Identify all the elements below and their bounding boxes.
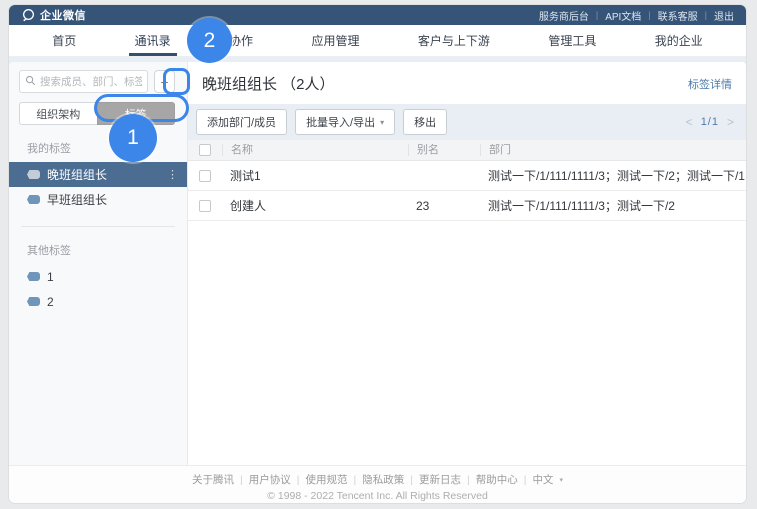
language-caret-icon: ▾ <box>559 476 563 484</box>
sidebar-tag-night-shift-leader[interactable]: 晚班组组长 ⋮ <box>9 162 187 187</box>
add-dept-member-button[interactable]: 添加部门/成员 <box>196 109 288 135</box>
batch-import-export-button[interactable]: 批量导入/导出 ▾ <box>295 109 396 135</box>
tag-label: 1 <box>47 269 54 284</box>
page-indicator: 1/1 <box>700 116 719 128</box>
search-box <box>19 70 148 93</box>
sidebar-toggle: 组织架构 标签 <box>9 102 187 125</box>
topbar: 企业微信 服务商后台 | API文档 | 联系客服 | 退出 <box>9 5 746 25</box>
separator: | <box>648 10 651 20</box>
panels: + 组织架构 标签 我的标签 晚班组组长 ⋮ 早班组组长 <box>9 62 746 465</box>
top-link-logout[interactable]: 退出 <box>714 8 734 23</box>
toggle-org-structure[interactable]: 组织架构 <box>19 102 97 125</box>
cell-dept: 测试一下/1/111/1111/3；测试一下/2；测试一下/1；测... <box>488 169 746 183</box>
tag-icon <box>27 272 40 281</box>
search-row: + <box>9 70 187 93</box>
footer-link-usage-rules[interactable]: 使用规范 <box>306 472 348 487</box>
footer-link-help-center[interactable]: 帮助中心 <box>476 472 518 487</box>
table-row[interactable]: 创建人 23 测试一下/1/111/1111/3；测试一下/2 <box>188 191 746 221</box>
table-row[interactable]: 测试1 测试一下/1/111/1111/3；测试一下/2；测试一下/1；测... <box>188 161 746 191</box>
pagination: < 1/1 > <box>686 115 734 129</box>
separator: | <box>353 473 357 486</box>
tag-detail-link[interactable]: 标签详情 <box>688 76 732 92</box>
footer-link-privacy[interactable]: 隐私政策 <box>362 472 404 487</box>
separator: | <box>523 473 527 486</box>
row-checkbox[interactable] <box>199 199 211 212</box>
add-tag-button[interactable]: + <box>154 70 175 93</box>
toolbar: 添加部门/成员 批量导入/导出 ▾ 移出 < 1/1 > <box>188 104 746 140</box>
sidebar-tag-2[interactable]: 2 <box>9 289 187 314</box>
separator: | <box>595 10 599 20</box>
tag-icon <box>27 170 40 179</box>
tag-label: 早班组组长 <box>47 193 108 207</box>
nav-tab-app-management[interactable]: 应用管理 <box>305 25 365 56</box>
sidebar: + 组织架构 标签 我的标签 晚班组组长 ⋮ 早班组组长 <box>9 62 188 465</box>
search-icon <box>25 73 36 91</box>
cell-name: 创建人 <box>230 199 267 213</box>
column-header-alias: 别名 <box>408 144 480 156</box>
footer-link-about[interactable]: 关于腾讯 <box>192 472 234 487</box>
members-table: 名称 别名 部门 测试1 测试一下/1/111/1111/3；测试一下/2；测试… <box>188 140 746 465</box>
divider <box>21 226 175 227</box>
toggle-tags[interactable]: 标签 <box>96 102 175 125</box>
nav-tab-home[interactable]: 首页 <box>46 25 82 56</box>
page-title: 晚班组组长 （2人） <box>202 76 335 93</box>
my-tags-section-title: 我的标签 <box>27 143 71 155</box>
separator: | <box>410 473 413 486</box>
top-link-service-provider[interactable]: 服务商后台 <box>539 8 589 23</box>
tag-icon <box>27 195 40 204</box>
dropdown-caret-icon: ▾ <box>380 117 385 127</box>
nav-tab-my-company[interactable]: 我的企业 <box>649 25 709 56</box>
footer-links: 关于腾讯 | 用户协议 | 使用规范 | 隐私政策 | 更新日志 | 帮助中心 … <box>9 472 746 487</box>
row-checkbox-cell <box>188 169 222 182</box>
sidebar-tag-morning-shift-leader[interactable]: 早班组组长 <box>9 187 187 212</box>
logo-text: 企业微信 <box>40 10 86 22</box>
button-label: 移出 <box>414 117 437 129</box>
separator: | <box>240 473 243 486</box>
more-options-icon[interactable]: ⋮ <box>167 168 178 181</box>
nav-tab-collaboration[interactable]: 协作 <box>223 25 259 56</box>
row-checkbox[interactable] <box>199 169 211 182</box>
content-header: 晚班组组长 （2人） 标签详情 <box>188 62 746 104</box>
button-label: 批量导入/导出 <box>306 117 376 129</box>
body: + 组织架构 标签 我的标签 晚班组组长 ⋮ 早班组组长 <box>9 57 746 465</box>
nav-tab-contacts[interactable]: 通讯录 <box>128 25 177 56</box>
search-input[interactable] <box>40 75 142 88</box>
main-nav: 首页 通讯录 协作 应用管理 客户与上下游 管理工具 我的企业 <box>9 25 746 57</box>
footer: 关于腾讯 | 用户协议 | 使用规范 | 隐私政策 | 更新日志 | 帮助中心 … <box>9 465 746 503</box>
select-all-cell <box>188 144 222 156</box>
tag-icon <box>27 297 40 306</box>
footer-link-changelog[interactable]: 更新日志 <box>419 472 461 487</box>
tag-label: 晚班组组长 <box>47 168 108 182</box>
topbar-links: 服务商后台 | API文档 | 联系客服 | 退出 <box>539 8 734 23</box>
top-link-contact-support[interactable]: 联系客服 <box>658 8 698 23</box>
other-tags-section-title: 其他标签 <box>27 245 71 257</box>
nav-tab-customers[interactable]: 客户与上下游 <box>412 25 496 56</box>
separator: | <box>296 473 300 486</box>
column-header-dept: 部门 <box>480 144 746 156</box>
separator: | <box>704 10 707 20</box>
remove-button[interactable]: 移出 <box>403 109 448 135</box>
table-header: 名称 别名 部门 <box>188 140 746 161</box>
copyright: © 1998 - 2022 Tencent Inc. All Rights Re… <box>267 490 488 502</box>
cell-name: 测试1 <box>230 169 261 183</box>
prev-page-button[interactable]: < <box>686 115 693 129</box>
button-label: 添加部门/成员 <box>207 117 277 129</box>
main-content: 晚班组组长 （2人） 标签详情 添加部门/成员 批量导入/导出 ▾ 移出 < 1… <box>188 62 746 465</box>
separator: | <box>466 473 470 486</box>
footer-link-user-agreement[interactable]: 用户协议 <box>249 472 291 487</box>
admin-console-window: 企业微信 服务商后台 | API文档 | 联系客服 | 退出 首页 通讯录 协作… <box>9 5 746 503</box>
select-all-checkbox[interactable] <box>199 144 211 156</box>
wechat-work-logo-icon <box>21 8 36 22</box>
row-checkbox-cell <box>188 199 222 212</box>
tag-label: 2 <box>47 294 54 309</box>
sidebar-tag-1[interactable]: 1 <box>9 264 187 289</box>
next-page-button[interactable]: > <box>727 115 734 129</box>
column-header-name: 名称 <box>222 144 408 156</box>
cell-alias: 23 <box>416 198 430 213</box>
nav-tab-admin-tools[interactable]: 管理工具 <box>542 25 602 56</box>
top-link-api-docs[interactable]: API文档 <box>605 8 641 23</box>
footer-language-selector[interactable]: 中文 <box>532 472 553 487</box>
cell-dept: 测试一下/1/111/1111/3；测试一下/2 <box>488 199 675 213</box>
logo: 企业微信 <box>21 7 86 23</box>
